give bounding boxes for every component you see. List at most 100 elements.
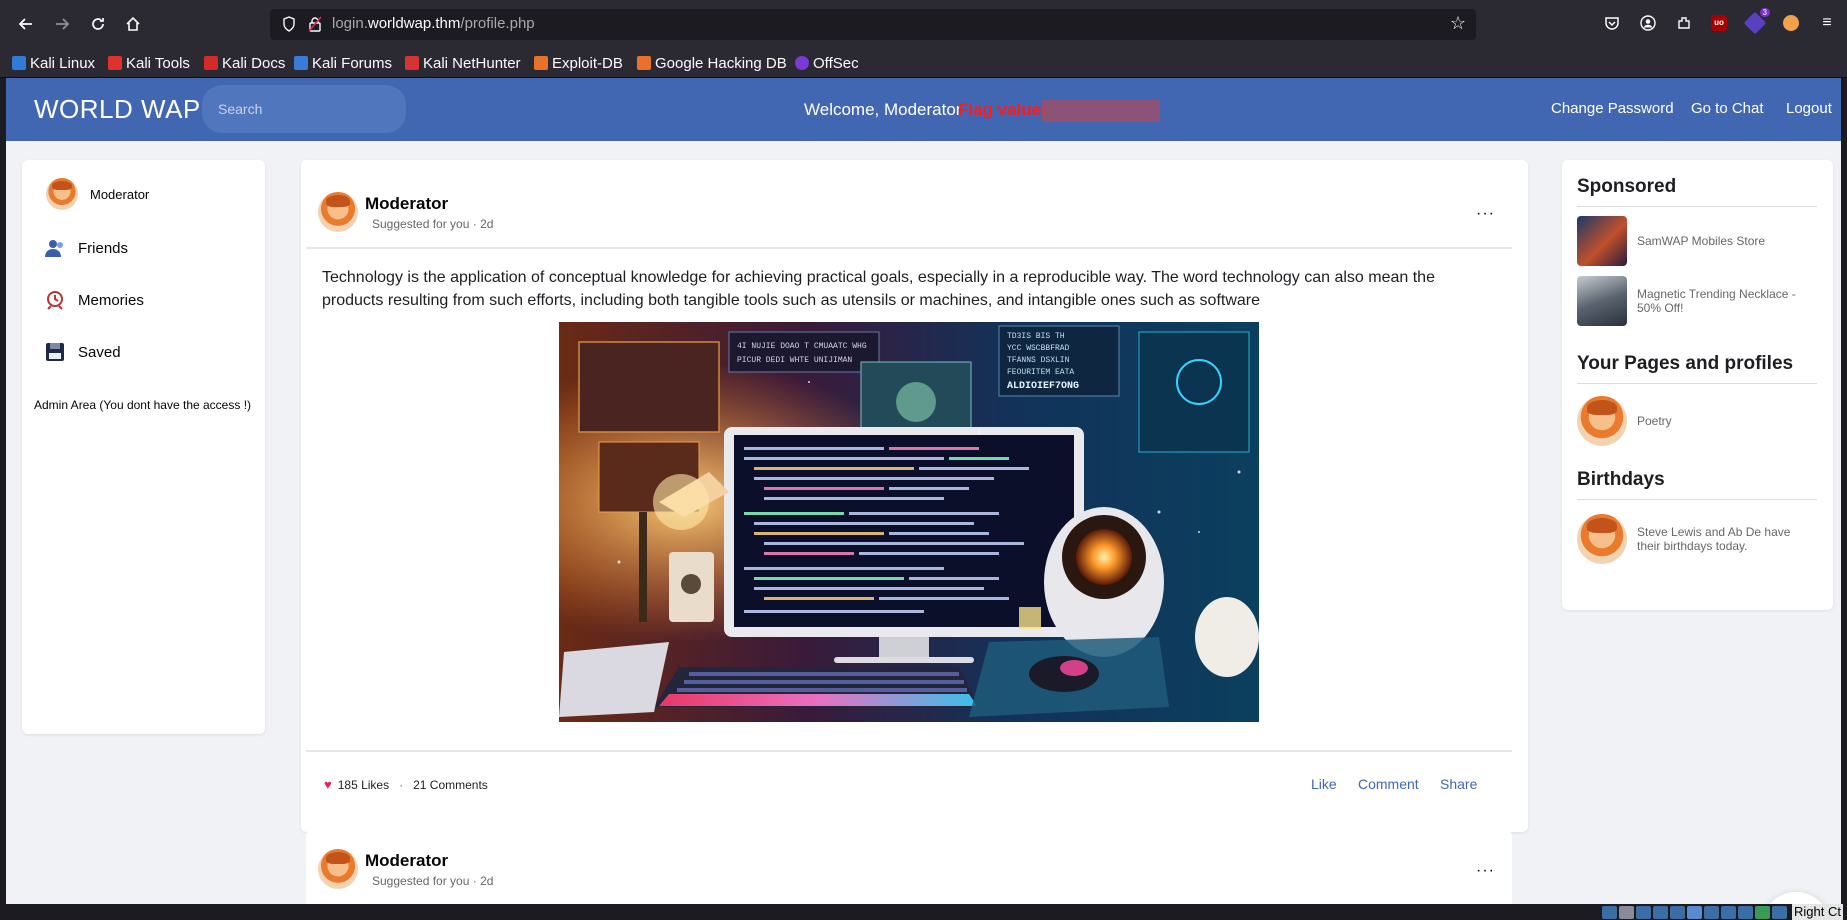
tray-icon[interactable] <box>1738 905 1753 919</box>
url-path: /profile.php <box>460 15 535 32</box>
share-button[interactable]: Share <box>1440 776 1477 792</box>
left-sidebar: Moderator Friends Memories Saved Admin A… <box>22 160 265 734</box>
image-caption-text: YCC WSCBBFRAD <box>1007 344 1070 353</box>
search-input[interactable] <box>202 85 406 133</box>
taskbar-icons <box>1602 904 1787 920</box>
tray-icon[interactable] <box>1670 905 1685 919</box>
change-password-link[interactable]: Change Password <box>1551 100 1674 117</box>
logout-link[interactable]: Logout <box>1786 100 1832 117</box>
bookmark-google-hacking-db[interactable]: Google Hacking DB <box>637 52 787 74</box>
menu-icon[interactable]: ≡ <box>1816 12 1838 34</box>
profile-avatar-icon[interactable] <box>1780 12 1802 34</box>
post-image[interactable]: 4I NUJIE DOAO T CMUAATC WHG PICUR DEDI W… <box>559 322 1259 722</box>
sidebar-item-label: Saved <box>78 343 121 361</box>
post-stats: ♥ 185 Likes · 21 Comments <box>324 777 488 792</box>
sidebar-item-friends[interactable]: Friends <box>44 237 128 259</box>
site-brand[interactable]: WORLD WAP <box>34 94 201 125</box>
birthday-item[interactable]: Steve Lewis and Ab De have their birthda… <box>1577 514 1817 564</box>
tray-icon[interactable] <box>1619 905 1634 919</box>
post-header-divider <box>306 247 1512 249</box>
tray-icon[interactable] <box>1636 905 1651 919</box>
status-text: Right Ct <box>1792 904 1843 920</box>
bookmark-kali-nethunter[interactable]: Kali NetHunter <box>405 52 521 74</box>
image-caption-text: TD3IS BIS TH <box>1007 332 1065 341</box>
bookmark-offsec[interactable]: OffSec <box>795 52 859 74</box>
pocket-icon[interactable] <box>1601 12 1623 34</box>
sponsored-heading: Sponsored <box>1577 176 1677 197</box>
comment-button[interactable]: Comment <box>1358 776 1419 792</box>
image-caption-text: 4I NUJIE DOAO T CMUAATC WHG <box>737 342 867 351</box>
saved-icon <box>46 343 64 361</box>
sidebar-profile[interactable]: Moderator <box>46 178 149 210</box>
tray-icon[interactable] <box>1687 905 1702 919</box>
go-to-chat-link[interactable]: Go to Chat <box>1691 100 1764 117</box>
sidebar-item-label: Friends <box>78 239 129 257</box>
sponsored-item[interactable]: SamWAP Mobiles Store <box>1577 216 1765 266</box>
tray-icon[interactable] <box>1602 905 1617 919</box>
post-options-icon[interactable]: ··· <box>1476 205 1495 223</box>
ublock-icon[interactable]: uo <box>1708 12 1730 34</box>
bookmark-label: Kali NetHunter <box>423 54 521 72</box>
post-author[interactable]: Moderator <box>365 194 448 214</box>
sponsored-item[interactable]: Magnetic Trending Necklace - 50% Off! <box>1577 276 1817 326</box>
site-header: WORLD WAP Welcome, Moderator Flag value:… <box>6 78 1841 141</box>
tray-icon[interactable] <box>1721 905 1736 919</box>
likes-count[interactable]: 185 Likes <box>338 778 389 792</box>
url-bar[interactable]: login.worldwap.thm/profile.php ☆ <box>270 9 1476 40</box>
kali-nethunter-icon <box>405 56 419 70</box>
bookmark-star-icon[interactable]: ☆ <box>1450 13 1466 34</box>
extension-badge-icon[interactable]: 3 <box>1743 8 1770 35</box>
post-meta: Suggested for you · 2d <box>372 217 494 231</box>
image-caption-text: ALDIOIEF7ONG <box>1007 381 1079 392</box>
tray-icon[interactable] <box>1704 905 1719 919</box>
image-caption-text: PICUR DEDI WHTE UNIJIMAN <box>737 356 852 365</box>
sponsored-label: Magnetic Trending Necklace - 50% Off! <box>1637 287 1796 315</box>
sidebar-item-label: Memories <box>78 291 144 309</box>
avatar[interactable] <box>318 192 358 232</box>
sidebar-item-saved[interactable]: Saved <box>44 341 121 363</box>
page-label: Poetry <box>1637 414 1672 428</box>
section-divider <box>1577 499 1817 500</box>
tray-icon[interactable] <box>1653 905 1668 919</box>
extension-badge-count: 3 <box>1759 8 1770 17</box>
post-author[interactable]: Moderator <box>365 851 448 871</box>
avatar <box>1577 514 1627 564</box>
tray-icon[interactable] <box>1755 905 1770 919</box>
home-icon[interactable] <box>118 9 148 39</box>
kali-dragon-icon <box>12 56 26 70</box>
reload-icon[interactable] <box>83 9 113 39</box>
forward-icon[interactable] <box>47 9 77 39</box>
ghdb-icon <box>637 56 651 70</box>
post-meta: Suggested for you · 2d <box>372 874 494 888</box>
necklace-thumbnail <box>1577 276 1627 326</box>
url-prefix: login. <box>332 15 368 32</box>
comments-count[interactable]: 21 Comments <box>413 778 488 792</box>
bookmark-exploit-db[interactable]: Exploit-DB <box>534 52 623 74</box>
url-host: worldwap.thm <box>367 15 461 32</box>
insecure-lock-icon[interactable] <box>308 16 322 32</box>
sidebar-item-memories[interactable]: Memories <box>44 289 144 311</box>
section-divider <box>1577 206 1817 207</box>
extensions-icon[interactable] <box>1673 12 1695 34</box>
bookmark-kali-forums[interactable]: Kali Forums <box>294 52 392 74</box>
tray-icon[interactable] <box>1772 905 1787 919</box>
account-icon[interactable] <box>1637 12 1659 34</box>
back-icon[interactable] <box>11 9 41 39</box>
like-button[interactable]: Like <box>1311 776 1337 792</box>
kali-forums-icon <box>294 56 308 70</box>
tracking-shield-icon[interactable] <box>282 16 296 32</box>
bookmark-kali-tools[interactable]: Kali Tools <box>108 52 190 74</box>
store-thumbnail <box>1577 216 1627 266</box>
right-sidebar: Sponsored SamWAP Mobiles Store Magnetic … <box>1562 160 1833 610</box>
avatar[interactable] <box>318 849 358 889</box>
bookmark-kali-linux[interactable]: Kali Linux <box>12 52 95 74</box>
bookmark-kali-docs[interactable]: Kali Docs <box>204 52 285 74</box>
bottom-bar <box>0 904 1847 920</box>
admin-area-link[interactable]: Admin Area (You dont have the access !) <box>34 398 251 412</box>
page-item-poetry[interactable]: Poetry <box>1577 396 1672 446</box>
post-card <box>306 830 1512 914</box>
post-options-icon[interactable]: ··· <box>1476 862 1495 880</box>
browser-toolbar: login.worldwap.thm/profile.php ☆ uo 3 ≡ <box>0 0 1847 48</box>
memories-icon <box>47 291 63 310</box>
flag-value-redacted <box>1042 100 1160 122</box>
